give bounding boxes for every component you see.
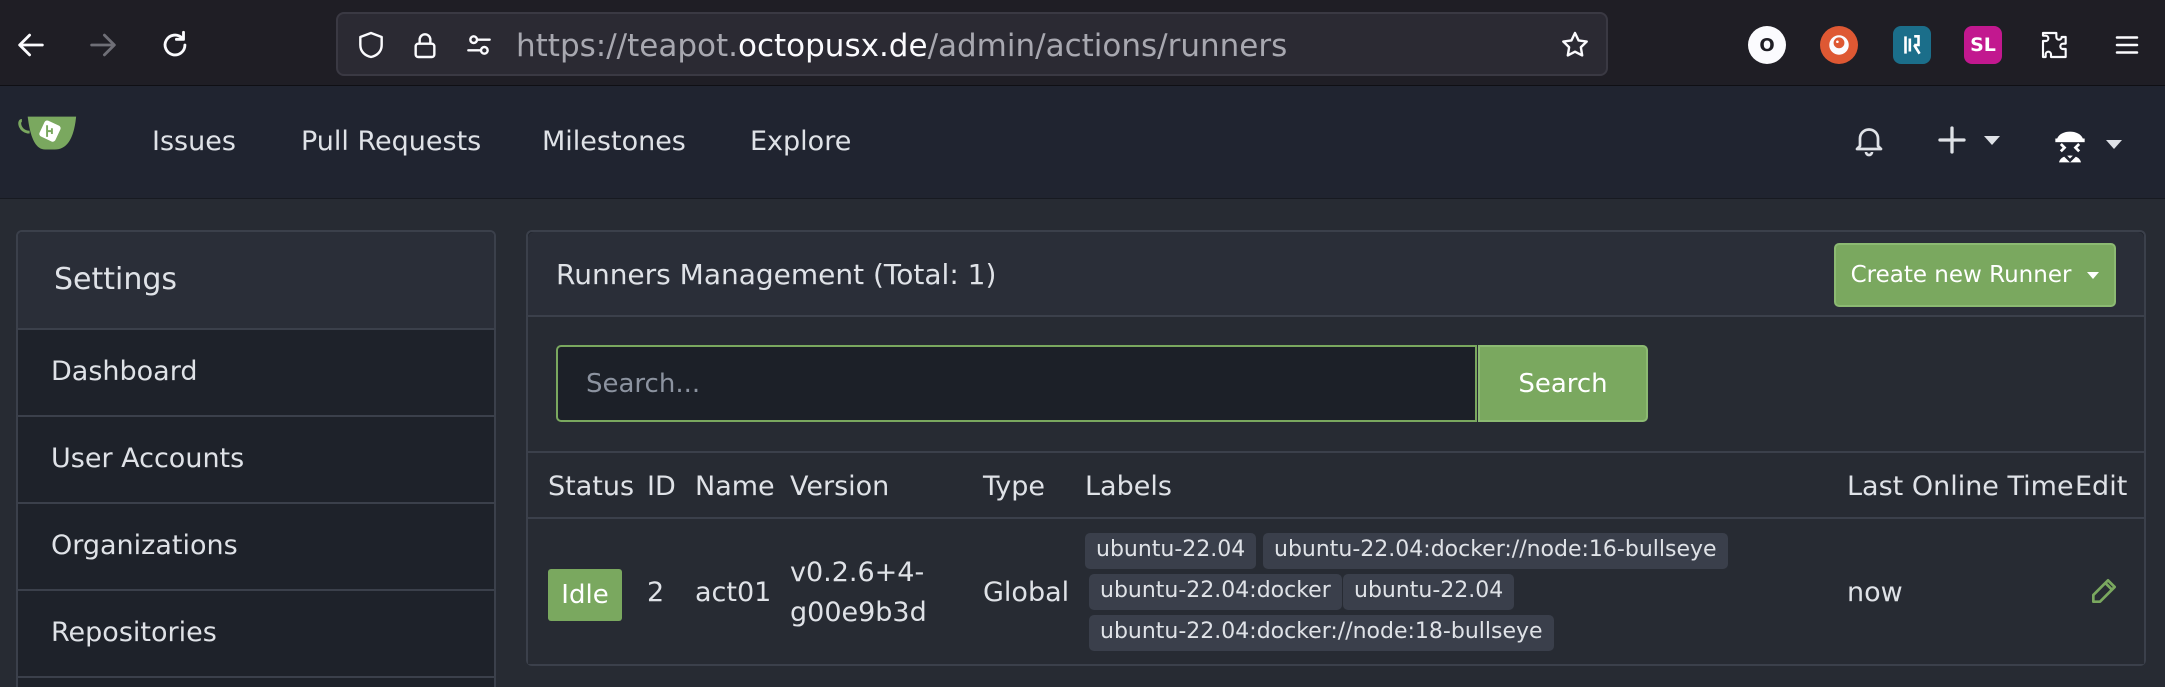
forward-button[interactable] xyxy=(80,22,126,68)
nav-milestones[interactable]: Milestones xyxy=(542,126,686,157)
avatar xyxy=(2049,123,2091,165)
runner-label-chip: ubuntu-22.04:docker xyxy=(1089,574,1342,610)
obsidian-web-clipper-icon[interactable]: O xyxy=(1748,26,1786,64)
url-text[interactable]: https://teapot.octopusx.de/admin/actions… xyxy=(516,28,1287,64)
runner-type: Global xyxy=(983,577,1070,608)
notifications-button[interactable] xyxy=(1851,122,1887,158)
page-title: Runners Management (Total: 1) xyxy=(556,258,997,291)
runner-version-line1: v0.2.6+4- xyxy=(790,557,925,588)
search-button[interactable]: Search xyxy=(1478,345,1648,422)
extensions-icon[interactable] xyxy=(2036,26,2074,64)
url-host: octopusx.de xyxy=(738,28,928,64)
simplelogin-icon[interactable]: SL xyxy=(1964,26,2002,64)
settings-sidebar: Settings Dashboard User Accounts Organiz… xyxy=(16,230,496,687)
bell-icon xyxy=(1855,128,1883,157)
sidebar-item-dashboard[interactable]: Dashboard xyxy=(18,330,494,417)
column-name[interactable]: Name xyxy=(695,471,775,502)
column-type[interactable]: Type xyxy=(983,471,1045,502)
column-labels[interactable]: Labels xyxy=(1085,471,1172,502)
search-input[interactable] xyxy=(556,345,1477,422)
runners-panel: Runners Management (Total: 1) Create new… xyxy=(526,230,2146,666)
url-path: /admin/actions/runners xyxy=(927,28,1288,64)
back-button[interactable] xyxy=(8,22,54,68)
nav-issues[interactable]: Issues xyxy=(152,126,236,157)
forward-arrow-icon xyxy=(90,33,116,57)
column-edit: Edit xyxy=(2075,471,2128,502)
chevron-down-icon xyxy=(2106,139,2122,149)
browser-toolbar: https://teapot.octopusx.de/admin/actions… xyxy=(0,0,2165,86)
chevron-down-icon xyxy=(1984,135,2000,145)
plus-icon xyxy=(1938,126,1966,154)
runner-label-chip: ubuntu-22.04 xyxy=(1343,574,1515,610)
reload-button[interactable] xyxy=(152,22,198,68)
reload-icon xyxy=(163,30,187,57)
nav-pull-requests[interactable]: Pull Requests xyxy=(301,126,481,157)
menu-icon[interactable] xyxy=(2108,26,2146,64)
column-last-online-time[interactable]: Last Online Time xyxy=(1847,471,2074,502)
create-runner-button[interactable]: Create new Runner xyxy=(1834,243,2116,307)
column-id[interactable]: ID xyxy=(647,471,676,502)
table-row: Idle 2 act01 v0.2.6+4- g00e9b3d Global u… xyxy=(528,519,2144,664)
create-runner-label: Create new Runner xyxy=(1850,262,2072,288)
url-bar[interactable]: https://teapot.octopusx.de/admin/actions… xyxy=(336,12,1608,76)
lock-icon[interactable] xyxy=(408,28,442,62)
table-header: Status ID Name Version Type Labels Last … xyxy=(528,453,2144,519)
top-navbar: Issues Pull Requests Milestones Explore xyxy=(0,86,2165,199)
runner-label-chip: ubuntu-22.04 xyxy=(1085,533,1257,569)
sidebar-item-repositories[interactable]: Repositories xyxy=(18,591,494,678)
shield-icon[interactable] xyxy=(354,28,388,62)
column-status[interactable]: Status xyxy=(548,471,634,502)
runner-last-online: now xyxy=(1847,577,1903,608)
column-version[interactable]: Version xyxy=(790,471,889,502)
bookmark-star-icon[interactable] xyxy=(1558,28,1592,62)
runner-label-chip: ubuntu-22.04:docker://node:16-bullseye xyxy=(1263,533,1728,569)
back-arrow-icon xyxy=(18,33,44,57)
runner-version-line2: g00e9b3d xyxy=(790,597,927,628)
panel-header: Runners Management (Total: 1) Create new… xyxy=(528,232,2144,317)
status-badge: Idle xyxy=(548,569,622,621)
nav-explore[interactable]: Explore xyxy=(750,126,851,157)
runner-label-chip: ubuntu-22.04:docker://node:18-bullseye xyxy=(1089,615,1554,651)
runner-name: act01 xyxy=(695,577,772,608)
site-permissions-icon[interactable] xyxy=(462,28,496,62)
gitea-logo-icon[interactable] xyxy=(18,110,80,158)
chevron-down-icon xyxy=(2087,271,2100,279)
sidebar-item-user-accounts[interactable]: User Accounts xyxy=(18,417,494,504)
sidebar-title: Settings xyxy=(18,232,494,330)
kasm-icon[interactable] xyxy=(1893,26,1931,64)
pencil-icon[interactable] xyxy=(2088,575,2120,607)
create-menu-button[interactable] xyxy=(1934,122,2000,158)
sidebar-item-organizations[interactable]: Organizations xyxy=(18,504,494,591)
runner-id: 2 xyxy=(647,577,665,608)
duckduckgo-icon[interactable] xyxy=(1820,26,1858,64)
user-menu-button[interactable] xyxy=(2048,122,2122,166)
url-scheme: https://teapot. xyxy=(516,28,738,64)
search-area: Search xyxy=(528,317,2144,453)
